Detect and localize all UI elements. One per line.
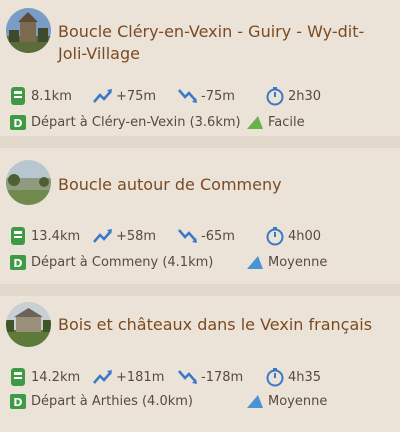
duration-icon — [265, 226, 285, 246]
route-title[interactable]: Boucle autour de Commeny — [58, 174, 394, 196]
distance-stat: 13.4km — [8, 226, 80, 246]
ascent-stat: +58m — [93, 226, 156, 246]
distance-stat: 14.2km — [8, 367, 80, 387]
descent-icon — [178, 367, 198, 387]
svg-text:D: D — [13, 396, 22, 409]
descent-icon — [178, 226, 198, 246]
start-location: Départ à Commeny (4.1km) — [31, 254, 214, 270]
distance-value: 14.2km — [31, 369, 81, 385]
card-separator — [0, 284, 400, 296]
descent-stat: -178m — [178, 367, 243, 387]
ascent-value: +75m — [116, 88, 157, 104]
descent-value: -65m — [201, 228, 235, 244]
start-icon: D — [8, 112, 28, 132]
duration-stat: 2h30 — [265, 86, 321, 106]
difficulty-value: Moyenne — [268, 393, 328, 409]
descent-value: -75m — [201, 88, 235, 104]
distance-icon — [8, 226, 28, 246]
route-card[interactable]: Boucle autour de Commeny 13.4km +58m -65… — [0, 148, 400, 284]
difficulty-icon — [245, 252, 265, 272]
start-stat: D Départ à Cléry-en-Vexin (3.6km) — [8, 112, 241, 132]
route-thumbnail — [6, 160, 51, 205]
route-card[interactable]: Boucle Cléry-en-Vexin - Guiry - Wy-dit-J… — [0, 0, 400, 136]
difficulty-value: Moyenne — [268, 254, 328, 270]
duration-stat: 4h00 — [265, 226, 321, 246]
distance-value: 13.4km — [31, 228, 81, 244]
card-separator — [0, 136, 400, 148]
difficulty-icon — [245, 391, 265, 411]
ascent-stat: +181m — [93, 367, 164, 387]
distance-icon — [8, 367, 28, 387]
start-location: Départ à Cléry-en-Vexin (3.6km) — [31, 114, 241, 130]
difficulty-stat: Facile — [245, 112, 305, 132]
duration-icon — [265, 86, 285, 106]
svg-text:D: D — [13, 117, 22, 130]
route-thumbnail — [6, 302, 51, 347]
duration-icon — [265, 367, 285, 387]
svg-text:D: D — [13, 257, 22, 270]
difficulty-value: Facile — [268, 114, 305, 130]
ascent-value: +181m — [116, 369, 165, 385]
start-stat: D Départ à Commeny (4.1km) — [8, 252, 213, 272]
difficulty-stat: Moyenne — [245, 252, 327, 272]
descent-value: -178m — [201, 369, 244, 385]
route-thumbnail — [6, 8, 51, 53]
duration-value: 4h35 — [288, 369, 322, 385]
route-title[interactable]: Boucle Cléry-en-Vexin - Guiry - Wy-dit-J… — [58, 21, 394, 65]
ascent-icon — [93, 367, 113, 387]
difficulty-stat: Moyenne — [245, 391, 327, 411]
descent-stat: -65m — [178, 226, 235, 246]
start-stat: D Départ à Arthies (4.0km) — [8, 391, 193, 411]
duration-stat: 4h35 — [265, 367, 321, 387]
route-card[interactable]: Bois et châteaux dans le Vexin français … — [0, 296, 400, 432]
ascent-icon — [93, 86, 113, 106]
start-icon: D — [8, 391, 28, 411]
start-location: Départ à Arthies (4.0km) — [31, 393, 193, 409]
route-title[interactable]: Bois et châteaux dans le Vexin français — [58, 314, 394, 336]
distance-icon — [8, 86, 28, 106]
duration-value: 4h00 — [288, 228, 322, 244]
distance-value: 8.1km — [31, 88, 72, 104]
difficulty-icon — [245, 112, 265, 132]
duration-value: 2h30 — [288, 88, 322, 104]
ascent-value: +58m — [116, 228, 157, 244]
descent-stat: -75m — [178, 86, 235, 106]
descent-icon — [178, 86, 198, 106]
distance-stat: 8.1km — [8, 86, 72, 106]
start-icon: D — [8, 252, 28, 272]
ascent-icon — [93, 226, 113, 246]
ascent-stat: +75m — [93, 86, 156, 106]
